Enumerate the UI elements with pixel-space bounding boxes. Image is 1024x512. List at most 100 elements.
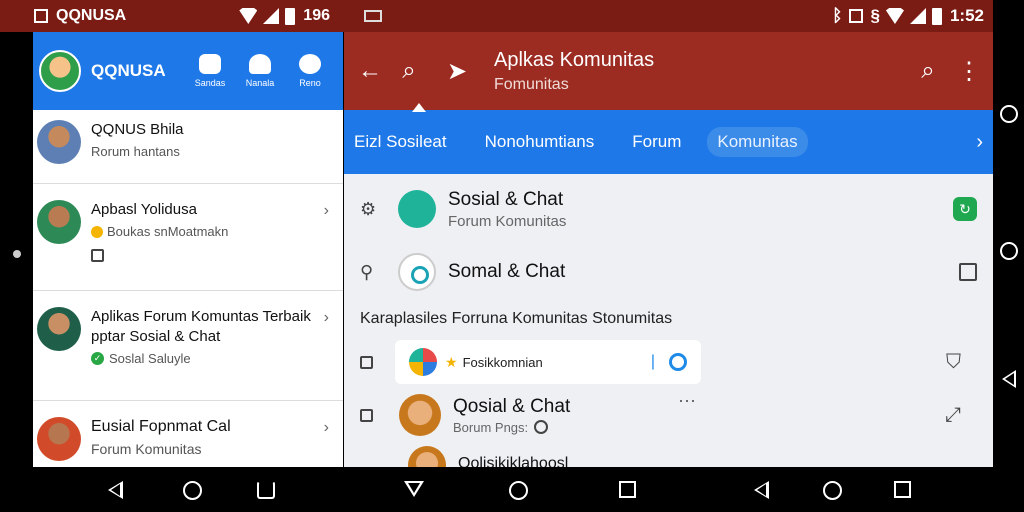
profile-avatar[interactable] [39, 50, 81, 92]
user-avatar [408, 446, 446, 467]
collapse-icon[interactable] [404, 481, 424, 497]
header-button-2[interactable]: Nanala [237, 54, 283, 88]
signal-icon [263, 8, 280, 24]
tab-sosial[interactable]: Eizl Sosileat [354, 132, 447, 152]
row-checkbox[interactable] [360, 355, 373, 369]
status-bar: QQNUSA 196 ᛒ § 1:52 [0, 0, 1024, 32]
more-vert-icon[interactable]: ⋮ [957, 57, 981, 86]
radio-icon[interactable] [534, 420, 549, 434]
star-icon: ★ [445, 353, 458, 370]
header-button-label: Sandas [194, 78, 226, 88]
header-button-3[interactable]: Reno [287, 54, 333, 88]
bookmark-icon[interactable]: ⛉ [946, 351, 961, 374]
pointer-arrow [412, 103, 426, 112]
location-pin-icon: ⚲ [360, 261, 374, 282]
status-bar-left: QQNUSA 196 [0, 0, 344, 32]
back-icon[interactable] [754, 481, 769, 499]
list-item[interactable]: Apbasl Yolidusa Boukas snMoatmakn › [33, 184, 343, 291]
rotate-icon[interactable] [257, 481, 275, 499]
home-icon[interactable] [823, 481, 842, 500]
recents-icon[interactable] [619, 481, 636, 498]
chevron-right-icon[interactable]: › [324, 419, 329, 437]
recents-icon[interactable] [1000, 105, 1018, 123]
tab-komunitas[interactable]: Komunitas [707, 127, 808, 157]
divider-mark: | [650, 353, 655, 370]
nfc-icon: § [870, 6, 880, 25]
item-checkbox[interactable] [91, 249, 104, 262]
list-row[interactable]: Qolisikiklahoosl [360, 444, 977, 467]
vibrate-icon [848, 9, 863, 23]
battery-icon [285, 7, 296, 25]
list-item-subtitle: Boukas snMoatmakn [107, 224, 229, 239]
search-icon[interactable]: ⌕ [398, 57, 420, 85]
gear-icon[interactable]: ⚙ [360, 199, 382, 220]
bluetooth-icon: ᛒ [832, 6, 843, 25]
list-item[interactable]: Aplikas Forum Komuntas Terbaik pptar Sos… [33, 291, 343, 401]
tab-nonohumtians[interactable]: Nonohumtians [485, 132, 595, 152]
status-bar-right: ᛒ § 1:52 [344, 0, 1024, 32]
app-bar-title: Aplkas Komunitas [494, 48, 655, 71]
pin-icon[interactable]: ⤢ [945, 404, 961, 427]
list-row[interactable]: Qosial & Chat Borum Pngs: ··· ⤢ [360, 386, 977, 444]
list-item[interactable]: QQNUS Bhila Rorum hantans [33, 110, 343, 184]
wifi-icon [239, 8, 258, 24]
content-list: ⚙ Sosial & Chat Forum Komunitas ↻ ⚲ Soma… [344, 174, 993, 467]
location-app-icon [398, 253, 436, 291]
card-text: Fosikkomnian [462, 354, 543, 370]
battery-icon-right [931, 7, 942, 25]
contact-avatar [37, 120, 81, 164]
check-icon: ✓ [91, 352, 104, 365]
row-subtitle: Borum Pngs: [453, 419, 529, 435]
right-panel: ← ⌕ ➤ Aplkas Komunitas Fomunitas ⌕ ⋮ Eiz… [344, 32, 993, 467]
list-item-title: Aplikas Forum Komuntas Terbaik pptar Sos… [91, 308, 311, 345]
list-item-subtitle: Soslal Saluyle [109, 351, 191, 366]
side-navigation-bar [993, 0, 1024, 512]
square-icon[interactable] [959, 263, 977, 281]
recents-icon[interactable] [894, 481, 911, 498]
refresh-badge-icon[interactable]: ↻ [953, 197, 977, 221]
header-button-1[interactable]: Sandas [187, 54, 233, 88]
list-row[interactable]: ⚙ Sosial & Chat Forum Komunitas ↻ [360, 174, 977, 244]
list-item[interactable]: Eusial Fopnmat Cal Forum Komunitas › [33, 401, 343, 467]
contact-avatar [37, 307, 81, 351]
row-title: Qolisikiklahoosl [458, 455, 569, 467]
left-header: QQNUSA Sandas Nanala Reno [33, 32, 343, 110]
header-button-label: Nanala [245, 78, 275, 88]
list-row[interactable]: ⚲ Somal & Chat [360, 244, 977, 300]
app-bar: ← ⌕ ➤ Aplkas Komunitas Fomunitas ⌕ ⋮ [344, 32, 993, 112]
left-header-title: QQNUSA [91, 61, 166, 80]
user-avatar [399, 394, 441, 436]
screen: QQNUSA 196 ᛒ § 1:52 QQNUSA Sandas Nanala… [0, 0, 1024, 512]
back-arrow-icon[interactable]: ← [358, 57, 382, 85]
list-item-title: Apbasl Yolidusa [91, 201, 197, 218]
back-icon[interactable] [108, 481, 123, 499]
more-horiz-icon[interactable]: ··· [678, 390, 696, 411]
settings-icon [299, 54, 321, 74]
list-item-subtitle: Forum Komunitas [91, 441, 202, 457]
home-icon[interactable] [1000, 242, 1018, 260]
row-checkbox[interactable] [360, 408, 373, 422]
chevron-right-icon[interactable]: › [324, 309, 329, 327]
community-card[interactable]: ★ Fosikkomnian | [395, 340, 701, 384]
edge-dot [13, 250, 21, 258]
app-bar-subtitle: Fomunitas [494, 75, 569, 93]
send-icon[interactable]: ➤ [446, 57, 468, 86]
back-icon[interactable] [1002, 370, 1016, 388]
section-heading: Karaplasiles Forruna Komunitas Stonumita… [360, 310, 673, 327]
chevron-right-icon[interactable]: › [976, 131, 983, 154]
signal-icon-right [909, 8, 926, 24]
chat-app-icon [398, 190, 436, 228]
home-icon[interactable] [509, 481, 528, 500]
card-row: ★ Fosikkomnian | ⛉ [360, 338, 977, 386]
left-panel: QQNUSA Sandas Nanala Reno QQNUS Bhila Ro… [33, 32, 343, 467]
bottom-navigation-bar [0, 467, 1024, 512]
home-icon[interactable] [183, 481, 202, 500]
status-app-name: QQNUSA [56, 7, 127, 24]
tab-forum[interactable]: Forum [632, 132, 681, 152]
status-clock-right: 1:52 [949, 6, 984, 25]
list-item-subtitle: Rorum hantans [91, 144, 180, 159]
tab-bar: Eizl Sosileat Nonohumtians Forum Komunit… [344, 110, 993, 174]
community-avatar [409, 348, 437, 376]
search-icon-right[interactable]: ⌕ [917, 57, 939, 85]
chevron-right-icon[interactable]: › [324, 202, 329, 220]
